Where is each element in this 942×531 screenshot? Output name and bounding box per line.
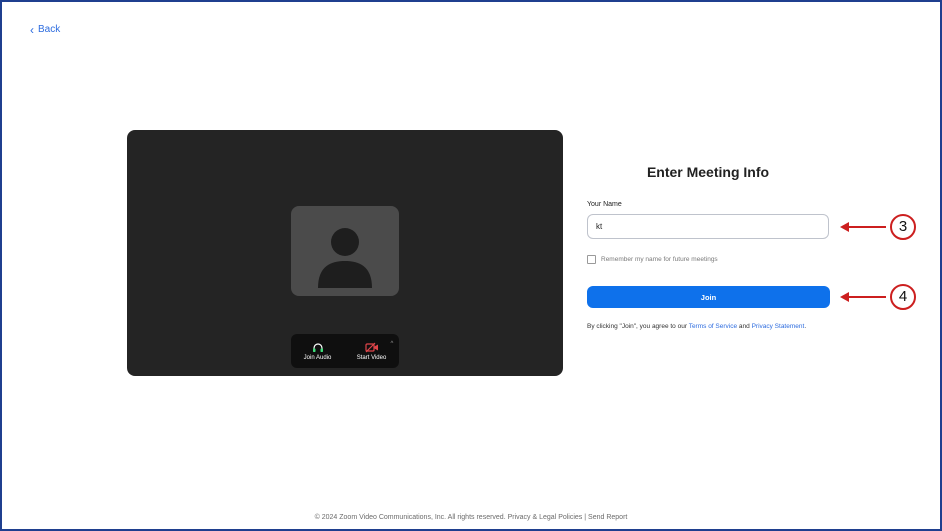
- checkbox-box[interactable]: [587, 255, 596, 264]
- join-audio-label: Join Audio: [303, 354, 332, 361]
- headphones-icon: [312, 342, 323, 352]
- remember-name-checkbox[interactable]: Remember my name for future meetings: [587, 255, 718, 264]
- privacy-legal-link[interactable]: Privacy & Legal Policies: [508, 514, 583, 521]
- name-input[interactable]: [587, 214, 829, 239]
- annotation-number: 4: [898, 288, 908, 305]
- chevron-left-icon: ‹: [30, 22, 34, 37]
- terms-mid: and: [737, 323, 752, 330]
- privacy-statement-link[interactable]: Privacy Statement: [752, 323, 805, 330]
- video-off-icon: [364, 342, 378, 352]
- annotation-4: 4: [840, 283, 924, 311]
- start-video-label: Start Video: [356, 354, 387, 361]
- footer-separator: |: [584, 514, 587, 521]
- preview-controls: Join Audio Start Video ^: [291, 334, 399, 368]
- terms-suffix: .: [804, 323, 807, 330]
- terms-prefix: By clicking "Join", you agree to our: [587, 323, 689, 330]
- video-preview: Join Audio Start Video ^: [127, 130, 563, 376]
- page-title: Enter Meeting Info: [646, 164, 770, 180]
- avatar: [291, 206, 399, 296]
- footer: © 2024 Zoom Video Communications, Inc. A…: [0, 514, 942, 521]
- user-silhouette-icon: [318, 228, 372, 288]
- remember-label: Remember my name for future meetings: [601, 256, 718, 263]
- back-label: Back: [38, 24, 61, 35]
- name-label: Your Name: [587, 201, 622, 208]
- annotation-number: 3: [898, 218, 908, 235]
- start-video-button[interactable]: Start Video ^: [356, 341, 394, 361]
- annotation-3: 3: [840, 213, 924, 241]
- join-button[interactable]: Join: [587, 286, 830, 308]
- copyright-text: © 2024 Zoom Video Communications, Inc. A…: [314, 514, 506, 521]
- join-audio-button[interactable]: Join Audio: [303, 342, 332, 361]
- terms-text: By clicking "Join", you agree to our Ter…: [587, 321, 827, 333]
- send-report-link[interactable]: Send Report: [588, 514, 627, 521]
- back-link[interactable]: ‹ Back: [30, 22, 61, 37]
- caret-up-icon[interactable]: ^: [390, 341, 393, 347]
- terms-of-service-link[interactable]: Terms of Service: [689, 323, 737, 330]
